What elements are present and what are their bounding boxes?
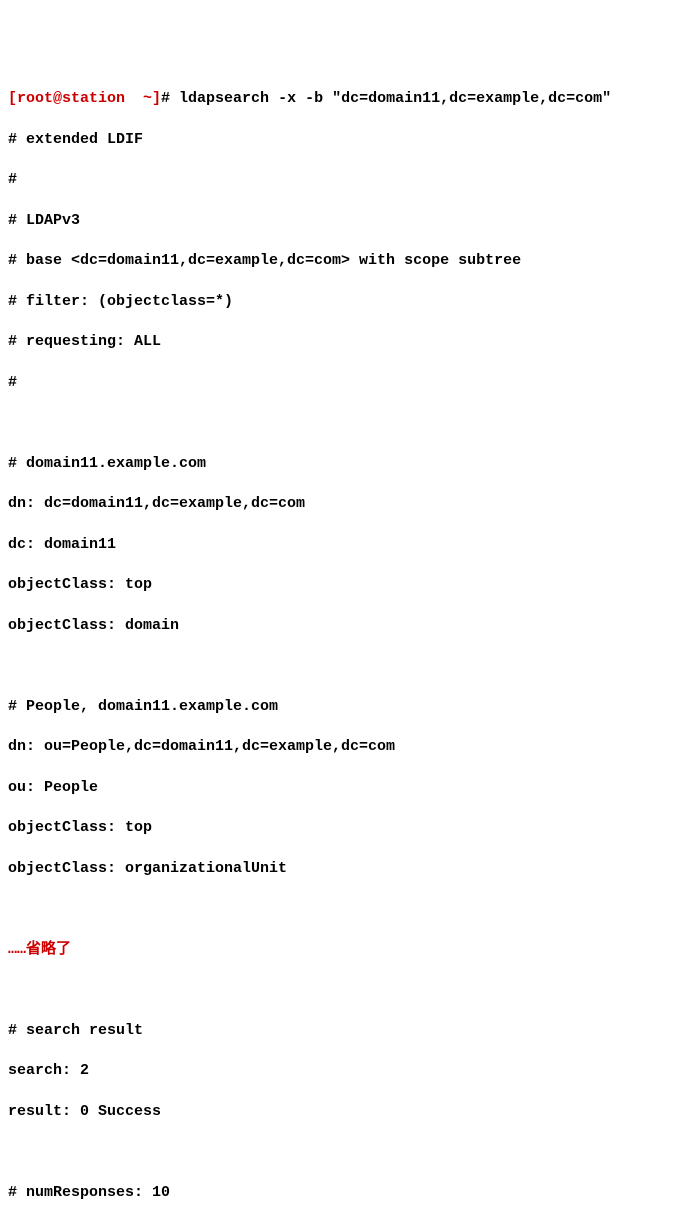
output-line: search: 2: [8, 1061, 682, 1081]
blank-line: [8, 1142, 682, 1162]
prompt-userhost: [root@station ~]: [8, 90, 161, 107]
ellipsis-note: ……省略了: [8, 940, 682, 960]
blank-line: [8, 656, 682, 676]
output-line: # requesting: ALL: [8, 332, 682, 352]
output-line: # base <dc=domain11,dc=example,dc=com> w…: [8, 251, 682, 271]
output-line: dn: dc=domain11,dc=example,dc=com: [8, 494, 682, 514]
output-line: dn: ou=People,dc=domain11,dc=example,dc=…: [8, 737, 682, 757]
output-line: objectClass: top: [8, 575, 682, 595]
prompt-line: [root@station ~]# ldapsearch -x -b "dc=d…: [8, 89, 682, 109]
output-line: #: [8, 170, 682, 190]
prompt-hash: #: [161, 90, 179, 107]
output-line: # extended LDIF: [8, 130, 682, 150]
output-line: # People, domain11.example.com: [8, 697, 682, 717]
output-line: objectClass: domain: [8, 616, 682, 636]
output-line: dc: domain11: [8, 535, 682, 555]
blank-line: [8, 413, 682, 433]
output-line: # filter: (objectclass=*): [8, 292, 682, 312]
output-line: # domain11.example.com: [8, 454, 682, 474]
output-line: ou: People: [8, 778, 682, 798]
output-line: objectClass: organizationalUnit: [8, 859, 682, 879]
blank-line: [8, 899, 682, 919]
output-line: result: 0 Success: [8, 1102, 682, 1122]
command-text: ldapsearch -x -b "dc=domain11,dc=example…: [179, 90, 611, 107]
output-line: # LDAPv3: [8, 211, 682, 231]
output-line: # search result: [8, 1021, 682, 1041]
output-line: # numResponses: 10: [8, 1183, 682, 1203]
blank-line: [8, 980, 682, 1000]
output-line: #: [8, 373, 682, 393]
output-line: objectClass: top: [8, 818, 682, 838]
